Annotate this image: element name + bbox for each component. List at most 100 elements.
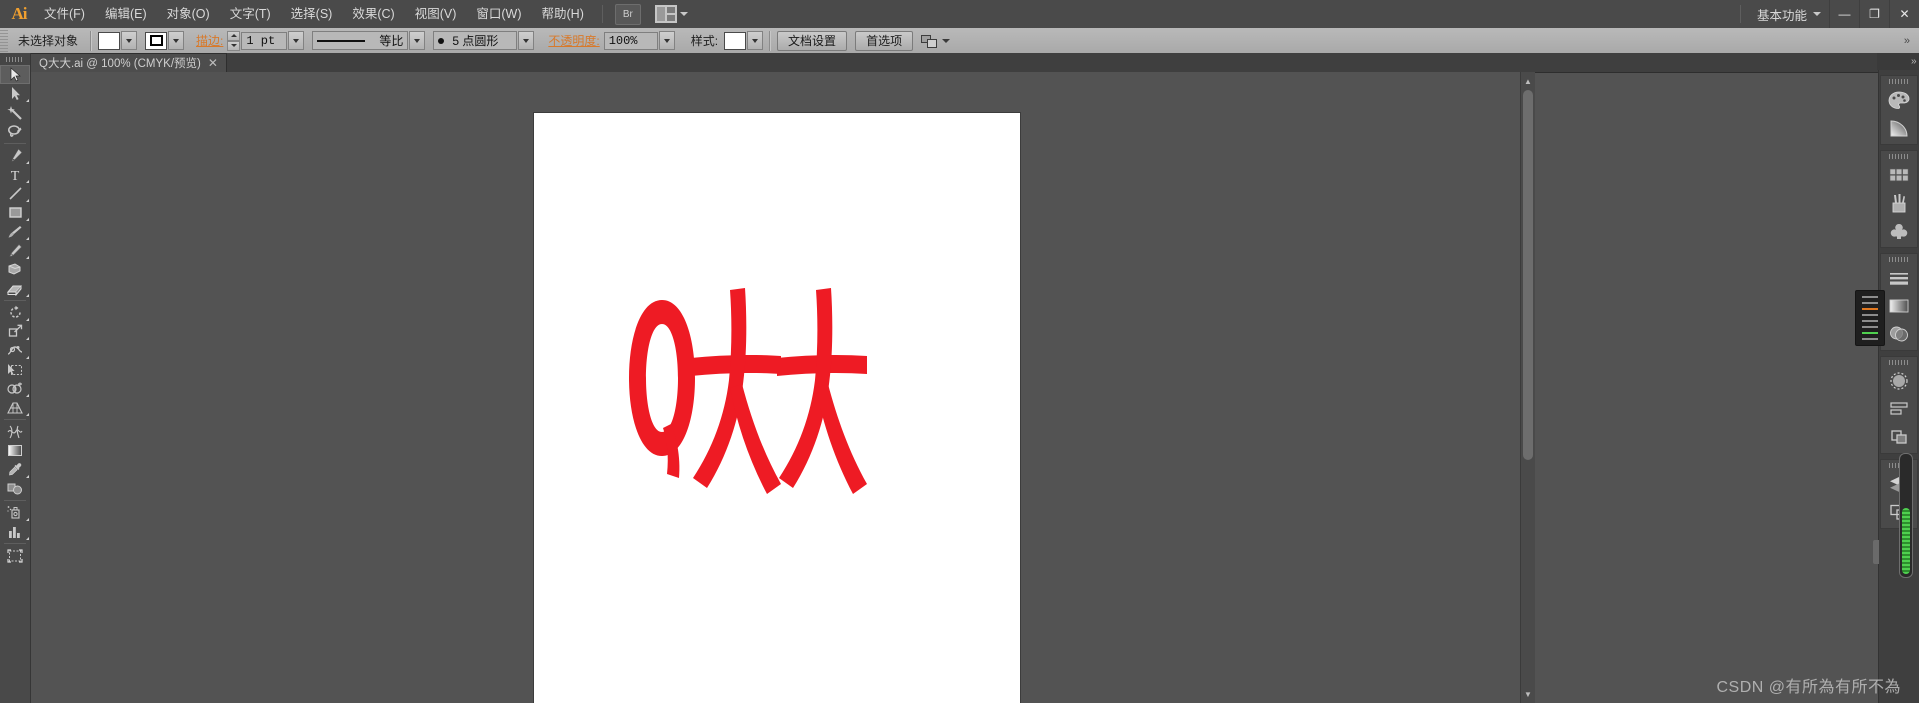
graphic-style-swatch[interactable] (724, 31, 747, 50)
symbol-sprayer-tool[interactable] (0, 503, 30, 522)
gradient-panel-icon[interactable] (1882, 114, 1916, 142)
stroke-profile-combo[interactable]: 等比 (312, 31, 409, 50)
opacity-label[interactable]: 不透明度: (544, 32, 603, 49)
align-icon[interactable] (921, 34, 938, 48)
stroke-panel-flyout[interactable] (1855, 290, 1885, 346)
arrange-documents-button[interactable] (654, 5, 688, 23)
stroke-color-dropdown[interactable] (168, 31, 185, 50)
collapse-panels-button[interactable]: » (1876, 53, 1919, 70)
document-tab[interactable]: Q大大.ai @ 100% (CMYK/预览) ✕ (30, 53, 227, 72)
symbols-panel-icon[interactable] (1882, 217, 1916, 245)
transparency-panel-icon[interactable] (1882, 320, 1916, 348)
panel-group-grip[interactable] (1889, 360, 1909, 365)
stroke-weight-label[interactable]: 描边: (192, 32, 227, 49)
canvas-vertical-scrollbar[interactable]: ▲ ▼ (1520, 72, 1535, 703)
artboard[interactable] (534, 113, 1020, 703)
blob-brush-tool[interactable] (0, 260, 30, 279)
menu-type[interactable]: 文字(T) (220, 0, 281, 28)
perspective-grid-tool[interactable] (0, 398, 30, 417)
control-bar-grip[interactable] (0, 28, 8, 53)
scroll-up-icon[interactable]: ▲ (1521, 74, 1535, 88)
panel-group-grip[interactable] (1889, 79, 1909, 84)
chevron-down-icon (1813, 12, 1821, 16)
menu-edit[interactable]: 编辑(E) (95, 0, 157, 28)
fill-color-swatch[interactable] (98, 31, 121, 50)
stroke-profile-dropdown[interactable] (409, 31, 426, 50)
artboard-tool[interactable] (0, 546, 30, 565)
tools-panel-header[interactable] (0, 53, 30, 65)
fill-color-dropdown[interactable] (121, 31, 138, 50)
canvas-area[interactable]: ▲ ▼ (31, 72, 1535, 703)
align-panel-icon[interactable] (1882, 395, 1916, 423)
swatches-panel-icon[interactable] (1882, 161, 1916, 189)
tool-flyout-indicator (26, 256, 29, 259)
column-graph-tool[interactable] (0, 522, 30, 541)
document-setup-button[interactable]: 文档设置 (777, 30, 848, 51)
gradient2-panel-icon[interactable] (1882, 292, 1916, 320)
stroke-color-swatch[interactable] (145, 31, 168, 50)
direct-selection-tool[interactable] (0, 84, 30, 103)
free-transform-tool[interactable] (0, 360, 30, 379)
tool-divider (4, 300, 26, 301)
line-segment-tool[interactable] (0, 184, 30, 203)
shape-builder-tool[interactable] (0, 379, 30, 398)
graphic-style-dropdown[interactable] (747, 31, 764, 50)
restore-button[interactable]: ❐ (1859, 0, 1889, 28)
mesh-tool[interactable] (0, 422, 30, 441)
transform-panel-icon[interactable] (1882, 367, 1916, 395)
panel-group-grip[interactable] (1889, 154, 1909, 159)
stroke-weight-stepper[interactable] (227, 30, 241, 51)
dock-edge-handle[interactable] (1873, 540, 1879, 564)
dock-scroll-indicator[interactable] (1899, 453, 1913, 578)
lasso-tool[interactable] (0, 122, 30, 141)
opacity-dropdown[interactable] (658, 31, 675, 50)
preferences-button[interactable]: 首选项 (855, 30, 914, 51)
bridge-button[interactable]: Br (614, 3, 641, 25)
chevron-down-icon[interactable] (942, 38, 951, 43)
workspace-switcher[interactable]: 基本功能 (1749, 5, 1829, 24)
menu-object[interactable]: 对象(O) (157, 0, 220, 28)
close-button[interactable]: ✕ (1889, 0, 1919, 28)
menu-window[interactable]: 窗口(W) (466, 0, 531, 28)
blend-tool[interactable] (0, 479, 30, 498)
scroll-down-icon[interactable]: ▼ (1521, 687, 1535, 701)
type-tool[interactable]: T (0, 165, 30, 184)
menu-view[interactable]: 视图(V) (405, 0, 467, 28)
canvas-scroll-thumb[interactable] (1523, 90, 1533, 460)
pencil-tool[interactable] (0, 241, 30, 260)
artwork-q-da-da[interactable] (629, 288, 869, 518)
divider (769, 30, 772, 51)
minimize-button[interactable]: — (1829, 0, 1859, 28)
eyedropper-tool[interactable] (0, 460, 30, 479)
stroke-profile-preview-icon (317, 39, 366, 42)
tool-flyout-indicator (26, 199, 29, 202)
brushes-panel-icon[interactable] (1882, 189, 1916, 217)
pathfinder-panel-icon[interactable] (1882, 423, 1916, 451)
control-bar-overflow[interactable]: » (1899, 35, 1919, 47)
rotate-tool[interactable] (0, 303, 30, 322)
menu-file[interactable]: 文件(F) (34, 0, 95, 28)
opacity-input[interactable]: 100% (603, 31, 658, 50)
brush-definition-combo[interactable]: 5 点圆形 (433, 31, 518, 50)
stroke-weight-input[interactable]: 1 pt (241, 31, 288, 50)
rectangle-tool[interactable] (0, 203, 30, 222)
menu-effect[interactable]: 效果(C) (342, 0, 404, 28)
panel-group-grip[interactable] (1889, 257, 1909, 262)
color-panel-icon[interactable] (1882, 86, 1916, 114)
menu-select[interactable]: 选择(S) (281, 0, 343, 28)
paintbrush-tool[interactable] (0, 222, 30, 241)
gradient-tool[interactable] (0, 441, 30, 460)
stroke-panel-icon[interactable] (1882, 264, 1916, 292)
close-icon[interactable]: ✕ (208, 57, 218, 69)
pen-tool[interactable] (0, 146, 30, 165)
selection-tool[interactable] (0, 65, 30, 84)
double-chevron-icon[interactable]: » (1899, 35, 1915, 47)
stroke-profile-label: 等比 (379, 34, 404, 48)
scale-tool[interactable] (0, 322, 30, 341)
width-tool[interactable] (0, 341, 30, 360)
eraser-tool[interactable] (0, 279, 30, 298)
brush-definition-dropdown[interactable] (518, 31, 535, 50)
stroke-weight-dropdown[interactable] (288, 31, 305, 50)
menu-help[interactable]: 帮助(H) (532, 0, 594, 28)
magic-wand-tool[interactable] (0, 103, 30, 122)
